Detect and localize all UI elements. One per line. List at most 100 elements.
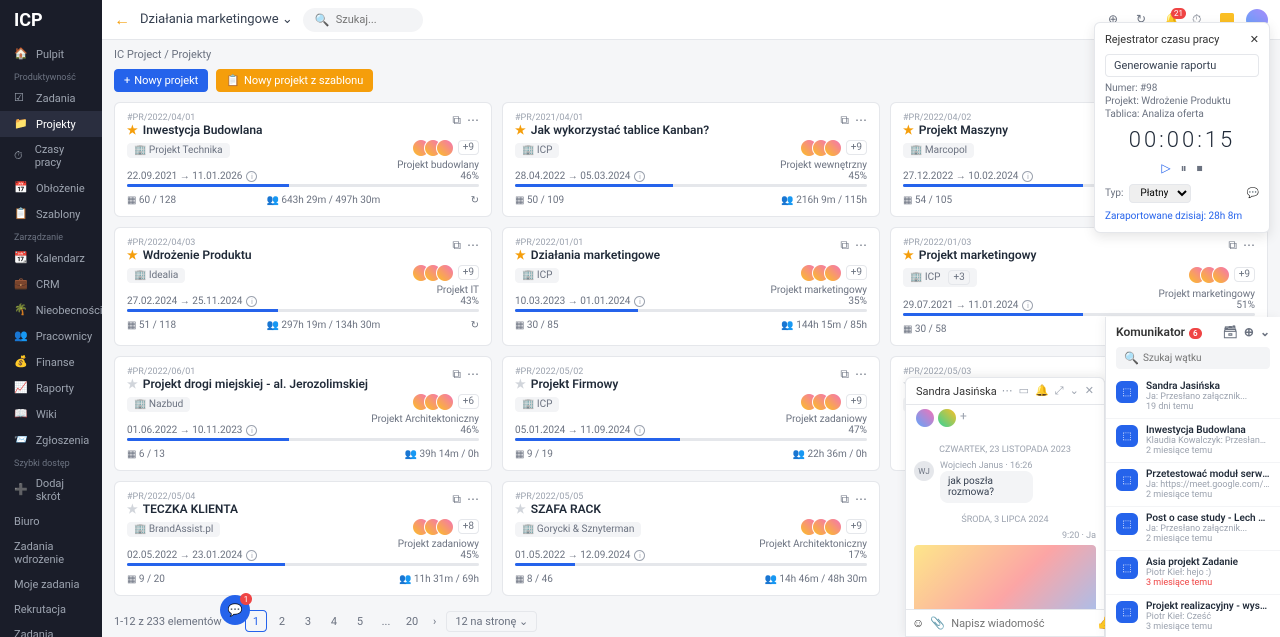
card-more-icon[interactable]: ⋯ (467, 113, 479, 128)
messenger-thread[interactable]: ⬚Inwestycja BudowlanaKlaudia Kowalczyk: … (1106, 419, 1280, 463)
timer-close-icon[interactable]: ✕ (1250, 33, 1259, 46)
nav-wiki[interactable]: 📖Wiki (0, 401, 102, 427)
info-icon[interactable]: i (634, 550, 645, 561)
info-icon[interactable]: i (246, 425, 257, 436)
nav-zadania2[interactable]: Zadania (0, 622, 102, 637)
nav-zad-wdro[interactable]: Zadania wdrożenie (0, 534, 102, 572)
avatars[interactable]: +9 (412, 264, 479, 282)
nav-crm[interactable]: 💼CRM (0, 271, 102, 297)
avatars[interactable]: +9 (412, 139, 479, 157)
chat-add-member-icon[interactable]: + (960, 409, 967, 427)
page-number[interactable]: 20 (401, 610, 423, 632)
client-tag[interactable]: 🏢 ICP (515, 268, 559, 283)
timer-stop-icon[interactable]: ⏹ (1197, 161, 1203, 176)
project-card[interactable]: #PR/2022/06/01 ★Projekt drogi miejskiej … (114, 356, 492, 471)
page-number[interactable]: 5 (349, 610, 371, 632)
avatars[interactable]: +8 (412, 518, 479, 536)
project-card[interactable]: #PR/2022/04/01 ★Inwestycja Budowlana ⧉ ⋯… (114, 102, 492, 217)
avatars[interactable]: +9 (1188, 266, 1255, 284)
client-tag[interactable]: 🏢 BrandAssist.pl (127, 522, 220, 537)
nav-kalendarz[interactable]: 📆Kalendarz (0, 245, 102, 271)
nav-rekrutacja[interactable]: Rekrutacja (0, 597, 102, 622)
star-icon[interactable]: ★ (903, 123, 914, 137)
star-icon[interactable]: ★ (127, 248, 138, 262)
client-tag[interactable]: 🏢 Marcopol (903, 143, 974, 158)
star-icon[interactable]: ★ (127, 502, 138, 516)
star-icon[interactable]: ★ (515, 248, 526, 262)
star-icon[interactable]: ★ (515, 502, 526, 516)
messenger-archive-icon[interactable]: 🗃 (1223, 325, 1238, 339)
search-input[interactable] (336, 13, 426, 26)
star-icon[interactable]: ★ (127, 377, 138, 391)
card-more-icon[interactable]: ⋯ (855, 367, 867, 382)
card-more-icon[interactable]: ⋯ (1243, 238, 1255, 253)
nav-nieobecnosci[interactable]: 🌴Nieobecności (0, 297, 102, 323)
client-tag[interactable]: 🏢 Nazbud (127, 397, 190, 412)
info-icon[interactable]: i (246, 171, 257, 182)
star-icon[interactable]: ★ (515, 123, 526, 137)
messenger-thread[interactable]: ⬚Sandra JasińskaJa: Przesłano załącznik.… (1106, 375, 1280, 419)
card-more-icon[interactable]: ⋯ (467, 492, 479, 507)
nav-zadania[interactable]: ☑Zadania (0, 85, 102, 111)
messenger-search-input[interactable] (1143, 353, 1262, 364)
card-more-icon[interactable]: ⋯ (467, 238, 479, 253)
per-page-select[interactable]: 12 na stronę ⌄ (446, 611, 537, 632)
info-icon[interactable]: i (246, 550, 257, 561)
client-tag[interactable]: 🏢 Projekt Technika (127, 143, 230, 158)
page-number[interactable]: ... (375, 610, 397, 632)
info-icon[interactable]: i (634, 425, 645, 436)
page-next[interactable]: › (433, 615, 436, 628)
messenger-collapse-icon[interactable]: ⌄ (1260, 325, 1270, 339)
timer-pause-icon[interactable]: ⏸ (1181, 161, 1187, 176)
info-icon[interactable]: i (634, 296, 645, 307)
star-icon[interactable]: ★ (127, 123, 138, 137)
avatars[interactable]: +9 (800, 393, 867, 411)
page-number[interactable]: 2 (271, 610, 293, 632)
client-tag[interactable]: 🏢 Idealia (127, 268, 185, 283)
chat-close-icon[interactable]: ✕ (1085, 384, 1094, 398)
new-from-template-button[interactable]: 📋 Nowy projekt z szablonu (216, 69, 373, 92)
chat-card-icon[interactable]: ▭ (1019, 384, 1029, 398)
top-title-dropdown[interactable]: Działania marketingowe ⌄ (140, 12, 293, 27)
info-icon[interactable]: i (634, 171, 645, 182)
timer-task-select[interactable]: Generowanie raportu (1105, 54, 1259, 77)
global-search[interactable]: 🔍 (303, 8, 423, 32)
chat-attachment-image[interactable] (914, 545, 1096, 609)
card-open-icon[interactable]: ⧉ (452, 492, 461, 507)
chat-fab[interactable]: 💬 (220, 595, 250, 625)
nav-zgloszenia[interactable]: 📨Zgłoszenia (0, 427, 102, 453)
nav-projekty[interactable]: 📁Projekty (0, 111, 102, 137)
chat-minimize-icon[interactable]: ⌄ (1070, 384, 1079, 398)
project-card[interactable]: #PR/2022/04/03 ★Wdrożenie Produktu ⧉ ⋯ 🏢… (114, 227, 492, 346)
project-card[interactable]: #PR/2022/05/05 ★SZAFA RACK ⧉ ⋯ 🏢 Gorycki… (502, 481, 880, 596)
nav-raporty[interactable]: 📈Raporty (0, 375, 102, 401)
info-icon[interactable]: i (1022, 171, 1033, 182)
nav-pracownicy[interactable]: 👥Pracownicy (0, 323, 102, 349)
card-more-icon[interactable]: ⋯ (855, 238, 867, 253)
avatars[interactable]: +9 (800, 518, 867, 536)
page-number[interactable]: 4 (323, 610, 345, 632)
timer-play-icon[interactable]: ▷ (1161, 161, 1170, 176)
nav-biuro[interactable]: Biuro (0, 509, 102, 534)
nav-finanse[interactable]: 💰Finanse (0, 349, 102, 375)
messenger-thread[interactable]: ⬚Przetestować moduł serwisowyJa: https:/… (1106, 463, 1280, 507)
page-number[interactable]: 3 (297, 610, 319, 632)
client-tag[interactable]: 🏢 ICP (515, 143, 559, 158)
card-open-icon[interactable]: ⧉ (840, 492, 849, 507)
client-tag[interactable]: 🏢 ICP (515, 397, 559, 412)
nav-czasy[interactable]: ⏱Czasy pracy (0, 137, 102, 175)
timer-type-select[interactable]: Płatny (1129, 184, 1191, 203)
chat-menu-icon[interactable]: ⋯ (1002, 384, 1013, 398)
chat-bell-icon[interactable]: 🔔 (1035, 384, 1049, 398)
client-tag[interactable]: 🏢 ICP+3 (903, 268, 977, 287)
star-icon[interactable]: ★ (515, 377, 526, 391)
nav-pulpit[interactable]: 🏠Pulpit (0, 41, 102, 67)
card-open-icon[interactable]: ⧉ (840, 367, 849, 382)
card-more-icon[interactable]: ⋯ (467, 367, 479, 382)
messenger-thread[interactable]: ⬚Projekt realizacyjny - wysyłka towaruPi… (1106, 595, 1280, 637)
breadcrumb-root[interactable]: IC Project (114, 48, 162, 61)
info-icon[interactable]: i (246, 296, 257, 307)
timer-comment-icon[interactable]: 💬 (1247, 188, 1259, 199)
card-open-icon[interactable]: ⧉ (452, 367, 461, 382)
nav-moje[interactable]: Moje zadania (0, 572, 102, 597)
